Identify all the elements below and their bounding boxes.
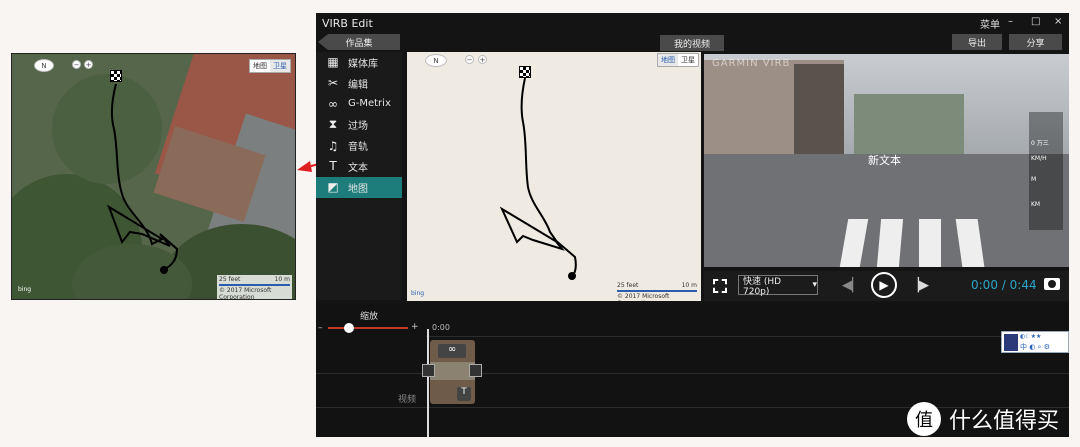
sidebar-item-3[interactable]: ⧗ 过场	[316, 114, 402, 135]
camera-icon[interactable]	[1044, 278, 1060, 290]
fullscreen-icon[interactable]	[713, 279, 727, 293]
sidebar-item-6[interactable]: ◩ 地图	[316, 176, 402, 198]
gmetrix-icon: ∞	[328, 96, 338, 111]
menu-button[interactable]: 菜单	[980, 16, 1000, 31]
map-type-toggle[interactable]: 地图 卫星	[657, 53, 699, 67]
transition-in-icon[interactable]	[422, 364, 435, 377]
minimize-icon[interactable]: –	[1008, 16, 1013, 27]
scissors-icon: ✂	[327, 76, 339, 91]
sidebar-item-label: 媒体库	[348, 58, 378, 70]
sidebar-item-label: 文本	[348, 162, 368, 174]
player-controls: 快速 (HD 720p) ▾ ◀▏ ▶ ▕▶ 0:00 / 0:44	[704, 271, 1069, 301]
gps-track-small	[499, 77, 577, 280]
tab-map[interactable]: 地图	[658, 54, 678, 66]
export-label: 导出	[967, 38, 986, 49]
zoom-in-button[interactable]: +	[411, 322, 419, 332]
time-mark: 0:00	[432, 323, 450, 332]
zoom-slider-handle[interactable]	[344, 323, 354, 333]
share-button[interactable]: 分享	[1009, 34, 1062, 50]
share-label: 分享	[1026, 38, 1045, 49]
play-icon[interactable]: ▶	[871, 272, 897, 298]
app-title: VIRB Edit	[322, 16, 373, 30]
sidebar-item-4[interactable]: ♫ 音轨	[316, 135, 402, 156]
sidebar-item-0[interactable]: ▦ 媒体库	[316, 52, 402, 73]
film-strip-icon: ▦	[327, 55, 339, 70]
overlay-text[interactable]: 新文本	[868, 152, 901, 168]
sidebar: ▦ 媒体库 ✂ 编辑 ∞ G-Metrix ⧗ 过场 ♫ 音轨 T 文本 ◩ 地图	[316, 52, 402, 300]
export-button[interactable]: 导出	[952, 34, 1002, 50]
zoom-out-button[interactable]: –	[318, 323, 323, 333]
text-icon: T	[329, 159, 337, 174]
title-bar: VIRB Edit	[316, 13, 1069, 33]
map-icon: ◩	[327, 180, 339, 195]
finish-flag-icon	[519, 66, 531, 78]
sidebar-item-label: 过场	[348, 121, 368, 133]
video-preview[interactable]: GARMIN VIRB 新文本 0 万三 KM/H M KM	[704, 54, 1069, 267]
bing-logo: bing	[411, 290, 425, 297]
gmetrix-gauges: 0 万三 KM/H M KM	[1029, 112, 1063, 230]
compass-control[interactable]: N	[425, 54, 447, 67]
maximize-icon[interactable]: □	[1031, 16, 1040, 27]
sidebar-item-label: G-Metrix	[348, 98, 391, 110]
ime-toolbar[interactable]: ◐☾★★ 中 ◐ ⌕ ⚙	[1001, 331, 1069, 353]
music-note-icon: ♫	[327, 138, 339, 153]
watermark-logo: 值	[907, 402, 941, 436]
sidebar-item-label: 地图	[348, 183, 368, 195]
garmin-watermark: GARMIN VIRB	[712, 58, 791, 69]
project-name: 我的视频	[673, 39, 710, 50]
sidebar-item-label: 音轨	[348, 142, 368, 154]
site-watermark: 值 什么值得买	[907, 402, 1059, 436]
map-panel[interactable]: N − + 地图 卫星 25 feet 10 m © 2017 Microsoft…	[407, 52, 701, 301]
close-icon[interactable]: ×	[1054, 16, 1062, 27]
zoom-slider[interactable]	[328, 327, 408, 329]
transition-out-icon[interactable]	[469, 364, 482, 377]
playhead[interactable]	[427, 329, 429, 437]
track-label: 视频	[398, 395, 417, 405]
sidebar-item-5[interactable]: T 文本	[316, 156, 402, 177]
watermark-text: 什么值得买	[949, 409, 1060, 434]
scale-bar: 25 feet10 m © 2017 Microsoft Corporation	[617, 282, 697, 301]
clip-text-icon[interactable]: T	[457, 387, 471, 401]
zoom-out-icon[interactable]: −	[465, 55, 474, 64]
time-display: 0:00 / 0:44	[971, 278, 1037, 292]
prev-frame-icon[interactable]: ◀▏	[842, 278, 862, 293]
quality-select[interactable]: 快速 (HD 720p) ▾	[738, 275, 818, 297]
next-frame-icon[interactable]: ▕▶	[909, 278, 929, 293]
toolbar: 作品集 我的视频 导出 分享	[316, 33, 1069, 51]
sidebar-item-label: 编辑	[348, 79, 368, 91]
project-title[interactable]: 我的视频	[660, 35, 724, 51]
back-label: 作品集	[345, 38, 373, 49]
virb-edit-window: VIRB Edit 菜单 – □ × 作品集 我的视频 导出 分享 ▦ 媒体库 ✂ 编…	[316, 13, 1069, 437]
sidebar-item-1[interactable]: ✂ 编辑	[316, 73, 402, 94]
sidebar-item-2[interactable]: ∞ G-Metrix	[316, 94, 402, 115]
transition-icon: ⧗	[328, 117, 338, 132]
zoom-label: 缩放	[360, 312, 379, 322]
back-to-projects-button[interactable]: 作品集	[318, 34, 400, 50]
zoom-in-icon[interactable]: +	[478, 55, 487, 64]
tab-satellite[interactable]: 卫星	[678, 54, 698, 66]
